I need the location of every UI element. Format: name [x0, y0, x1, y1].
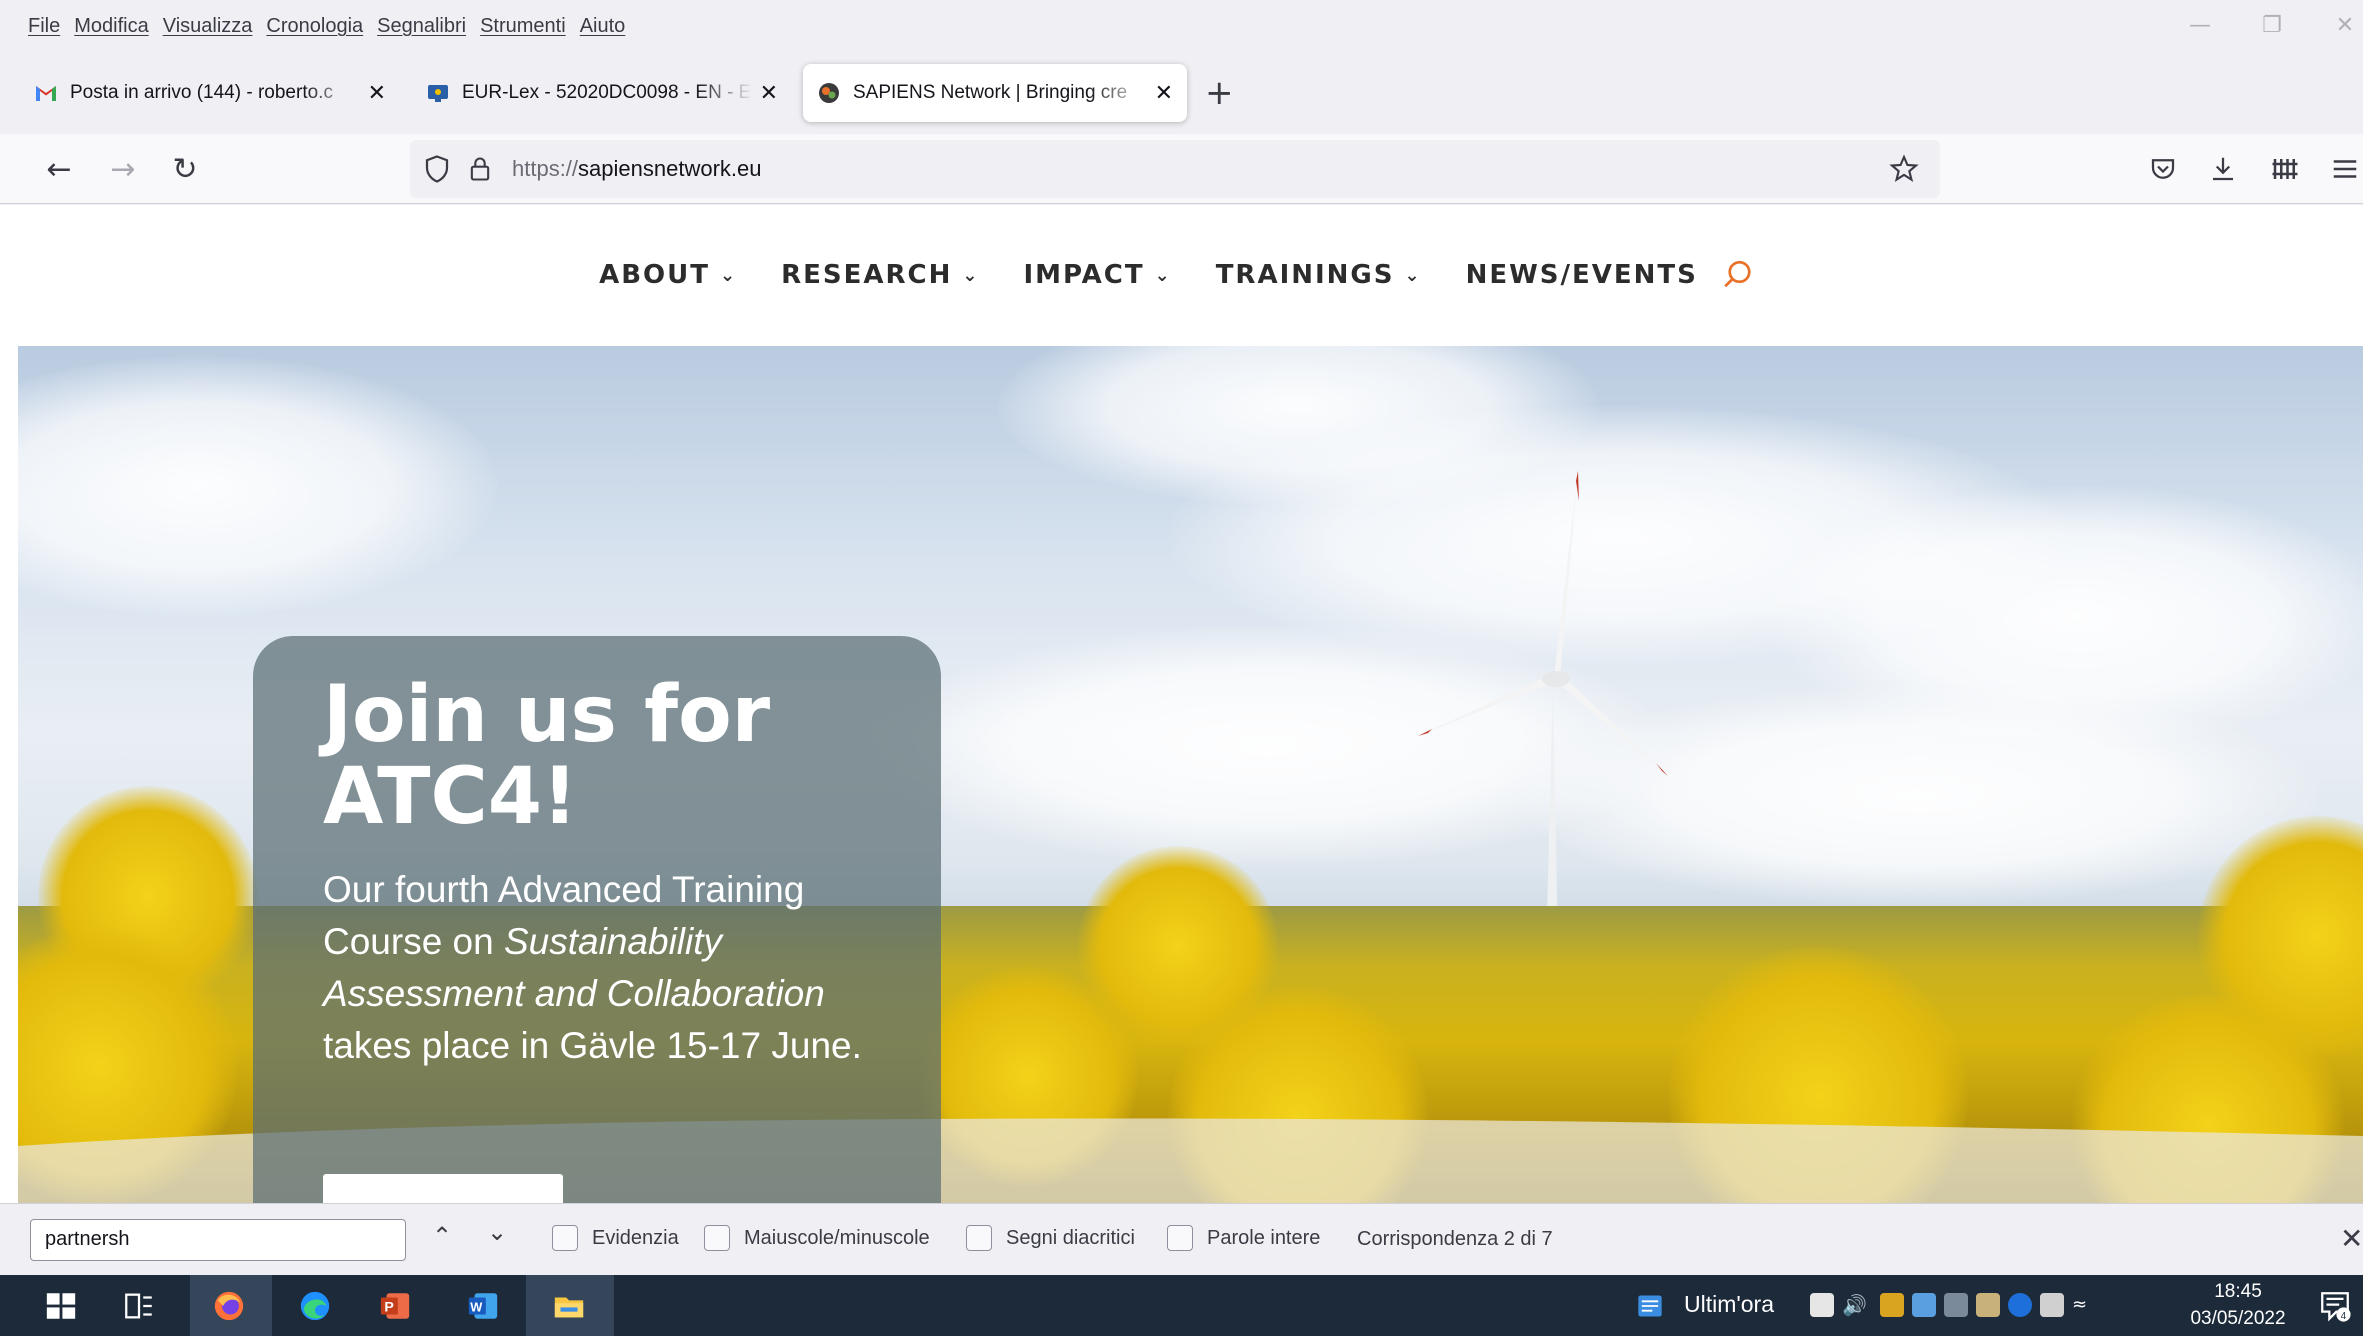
minimize-icon[interactable]: — — [2180, 10, 2220, 42]
reload-icon[interactable]: ↻ — [164, 148, 206, 190]
find-bar: partnersh ⌃ ⌄ Evidenzia Maiuscole/minusc… — [0, 1203, 2363, 1275]
chevron-down-icon: ⌄ — [962, 264, 980, 286]
svg-text:P: P — [384, 1300, 393, 1316]
news-label[interactable]: Ultim'ora — [1684, 1291, 1774, 1318]
wifi-icon[interactable]: ≈ — [2072, 1293, 2096, 1317]
chevron-up-icon[interactable]: ⌃ — [432, 1222, 452, 1250]
svg-text:W: W — [470, 1300, 483, 1315]
site-navigation: ABOUT ⌄ RESEARCH ⌄ IMPACT ⌄ TRAININGS ⌄ NEWS… — [0, 205, 2363, 345]
shield-icon[interactable] — [422, 154, 452, 184]
nav-about[interactable]: ABOUT ⌄ — [599, 260, 737, 290]
file-explorer-icon[interactable] — [552, 1289, 586, 1323]
match-case-checkbox[interactable]: Maiuscole/minuscole — [704, 1225, 930, 1251]
new-tab-icon[interactable]: + — [1205, 76, 1234, 110]
wind-turbine — [1418, 471, 1668, 951]
close-window-icon[interactable]: ✕ — [2325, 10, 2363, 42]
security-icon[interactable] — [1880, 1293, 1904, 1317]
highlight-checkbox[interactable]: Evidenzia — [552, 1225, 679, 1251]
chevron-down-icon: ⌄ — [1154, 264, 1172, 286]
bluetooth-icon[interactable] — [2008, 1293, 2032, 1317]
pocket-icon[interactable] — [2148, 154, 2178, 184]
web-page: ABOUT ⌄ RESEARCH ⌄ IMPACT ⌄ TRAININGS ⌄ NEWS… — [0, 205, 2363, 1203]
search-icon[interactable] — [1720, 257, 1756, 293]
chevron-down-icon: ⌄ — [719, 264, 738, 286]
navigation-bar: ← → ↻ https://sapiensnetwork.eu — [0, 134, 2363, 204]
word-icon[interactable]: W — [466, 1289, 500, 1323]
match-diacritics-checkbox[interactable]: Segni diacritici — [966, 1225, 1135, 1251]
menu-visualizza[interactable]: Visualizza — [163, 15, 253, 38]
nav-research[interactable]: RESEARCH ⌄ — [781, 260, 979, 290]
chevron-down-icon: ⌄ — [1404, 264, 1422, 286]
tray-app-icon[interactable] — [1944, 1293, 1968, 1317]
battery-icon[interactable] — [2040, 1293, 2064, 1317]
drive-icon[interactable] — [1810, 1293, 1834, 1317]
hero-banner: Join us for ATC4! Our fourth Advanced Tr… — [18, 346, 2363, 1203]
url-text[interactable]: https://sapiensnetwork.eu — [512, 156, 762, 182]
card-body: Our fourth Advanced Training Course on S… — [323, 869, 862, 1066]
windows-start-icon[interactable] — [44, 1289, 78, 1323]
learn-more-button[interactable]: Learn more — [323, 1174, 563, 1203]
eurlex-icon — [428, 85, 448, 102]
task-view-icon[interactable] — [122, 1289, 156, 1323]
gmail-icon — [36, 86, 56, 101]
close-find-icon[interactable]: ✕ — [2340, 1222, 2363, 1255]
notifications-icon[interactable]: 4 — [2318, 1289, 2352, 1323]
menu-bar: File Modifica Visualizza Cronologia Segn… — [0, 0, 2363, 52]
url-bar[interactable]: https://sapiensnetwork.eu — [410, 140, 1940, 198]
restore-icon[interactable]: ❐ — [2252, 10, 2292, 42]
tab-eurlex[interactable]: EUR-Lex - 52020DC0098 - EN - E ✕ — [412, 64, 792, 122]
hamburger-menu-icon[interactable] — [2330, 154, 2360, 184]
menu-file[interactable]: File — [28, 15, 60, 38]
tab-gmail[interactable]: Posta in arrivo (144) - roberto.c ✕ — [20, 64, 400, 122]
nav-impact[interactable]: IMPACT ⌄ — [1023, 260, 1171, 290]
close-tab-icon[interactable]: ✕ — [368, 81, 386, 106]
tab-title: SAPIENS Network | Bringing cre — [853, 82, 1128, 103]
news-icon[interactable] — [1635, 1292, 1665, 1320]
tray-app-icon[interactable] — [1912, 1293, 1936, 1317]
clock-time: 18:45 — [2214, 1281, 2262, 1302]
event-card: Join us for ATC4! Our fourth Advanced Tr… — [253, 636, 941, 1203]
menu-segnalibri[interactable]: Segnalibri — [377, 15, 466, 38]
volume-icon[interactable]: 🔊 — [1842, 1293, 1867, 1317]
close-tab-icon[interactable]: ✕ — [760, 81, 778, 106]
card-title: Join us for ATC4! — [323, 670, 771, 842]
lock-icon[interactable] — [466, 155, 494, 183]
tray-app-icon[interactable] — [1976, 1293, 2000, 1317]
tab-title: EUR-Lex - 52020DC0098 - EN - E — [462, 82, 752, 103]
download-icon[interactable] — [2208, 154, 2238, 184]
find-input[interactable]: partnersh — [30, 1219, 406, 1261]
clock-date: 03/05/2022 — [2190, 1308, 2286, 1329]
close-tab-icon[interactable]: ✕ — [1155, 81, 1173, 106]
notification-count: 4 — [2341, 1311, 2347, 1322]
nav-trainings[interactable]: TRAININGS ⌄ — [1216, 260, 1422, 290]
tab-title: Posta in arrivo (144) - roberto.c — [70, 82, 333, 103]
library-icon[interactable] — [2270, 154, 2300, 184]
back-arrow-icon[interactable]: ← — [38, 148, 80, 190]
menu-aiuto[interactable]: Aiuto — [580, 15, 626, 38]
system-clock[interactable]: 18:45 03/05/2022 — [2183, 1278, 2293, 1332]
edge-icon[interactable] — [298, 1289, 332, 1323]
tab-bar: Posta in arrivo (144) - roberto.c ✕ EUR-… — [0, 56, 2363, 132]
nav-news-events[interactable]: NEWS/EVENTS — [1466, 260, 1698, 290]
firefox-icon[interactable] — [212, 1289, 246, 1323]
bookmark-star-icon[interactable] — [1888, 153, 1920, 185]
find-status: Corrispondenza 2 di 7 — [1357, 1228, 1553, 1250]
windows-taskbar: P W Ultim'ora 🔊 ≈ 18:45 03/05/2022 4 — [0, 1275, 2363, 1336]
forward-arrow-icon[interactable]: → — [102, 148, 144, 190]
chevron-down-icon[interactable]: ⌄ — [487, 1218, 507, 1246]
sapiens-icon — [819, 83, 839, 103]
powerpoint-icon[interactable]: P — [378, 1289, 412, 1323]
whole-words-checkbox[interactable]: Parole intere — [1167, 1225, 1320, 1251]
tab-sapiens[interactable]: SAPIENS Network | Bringing cre ✕ — [803, 64, 1187, 122]
menu-cronologia[interactable]: Cronologia — [266, 15, 363, 38]
menu-strumenti[interactable]: Strumenti — [480, 15, 566, 38]
menu-modifica[interactable]: Modifica — [74, 15, 148, 38]
